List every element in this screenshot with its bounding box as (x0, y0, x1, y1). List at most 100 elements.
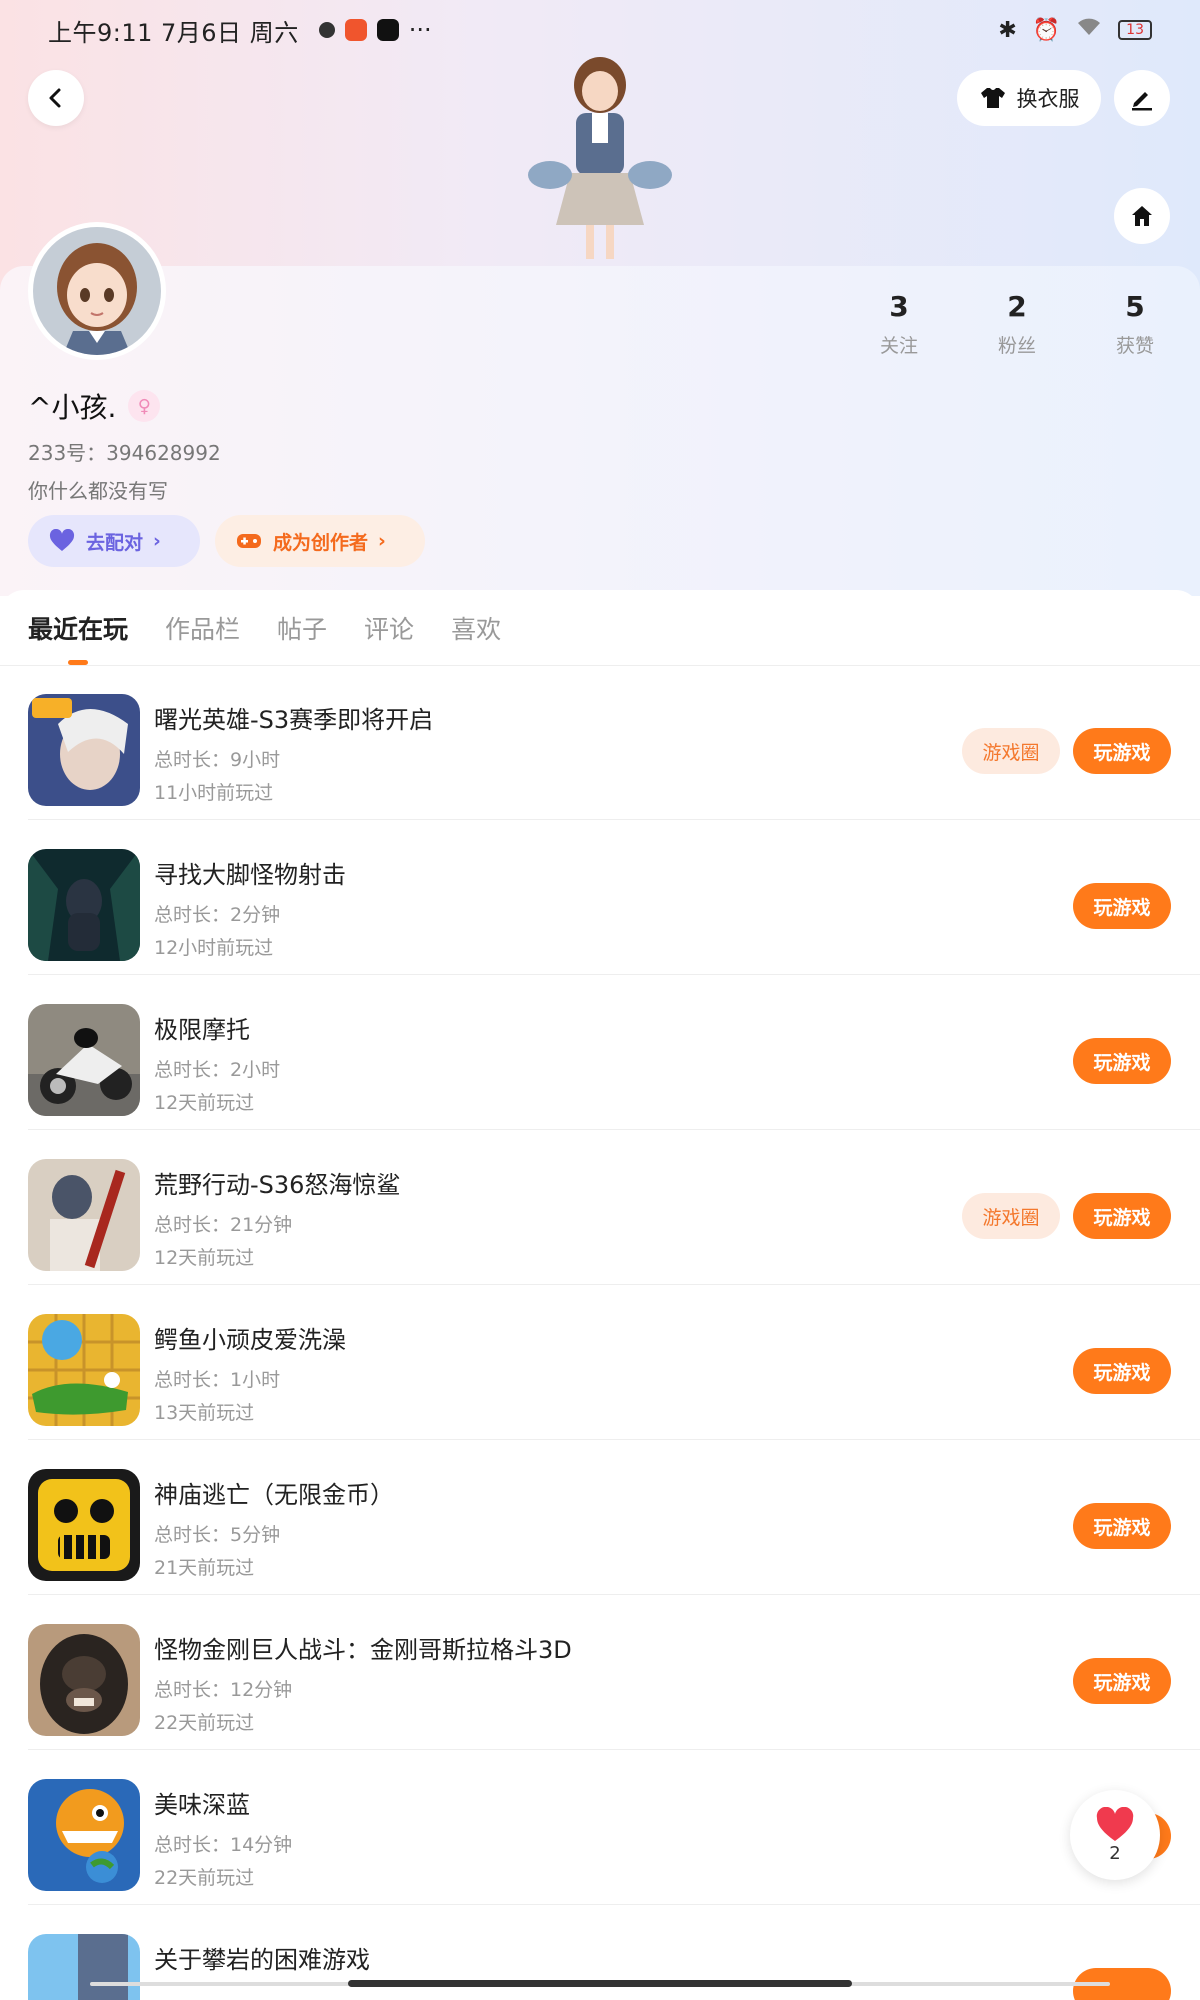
game-row[interactable]: 鳄鱼小顽皮爱洗澡 总时长：1小时 13天前玩过 玩游戏 (28, 1285, 1200, 1440)
game-title: 神庙逃亡（无限金币） (154, 1481, 394, 1509)
bluetooth-icon: ✱ (998, 17, 1017, 43)
battery-indicator: 13 (1118, 20, 1152, 40)
profile-tabs: 最近在玩 作品栏 帖子 评论 喜欢 (0, 590, 1200, 666)
floating-like-button[interactable]: 2 (1070, 1790, 1160, 1880)
game-last-played: 21天前玩过 (154, 1557, 255, 1579)
game-row[interactable]: 极限摩托 总时长：2小时 12天前玩过 玩游戏 (28, 975, 1200, 1130)
back-button[interactable] (28, 70, 84, 126)
game-circle-button[interactable]: 游戏圈 (962, 1193, 1060, 1239)
game-title: 曙光英雄-S3赛季即将开启 (154, 706, 434, 734)
tab-posts[interactable]: 帖子 (277, 590, 327, 665)
game-icon[interactable] (28, 1469, 140, 1581)
stat-likes[interactable]: 5 获赞 (1076, 290, 1194, 358)
game-icon[interactable] (28, 849, 140, 961)
game-row[interactable]: 怪物金刚巨人战斗：金刚哥斯拉格斗3D 总时长：12分钟 22天前玩过 玩游戏 (28, 1595, 1200, 1750)
stat-likes-label: 获赞 (1115, 335, 1154, 357)
game-info: 曙光英雄-S3赛季即将开启 总时长：9小时 11小时前玩过 (154, 700, 433, 805)
chevron-right-icon: › (378, 530, 386, 552)
game-row[interactable]: 荒野行动-S36怒海惊鲨 总时长：21分钟 12天前玩过 游戏圈 玩游戏 (28, 1130, 1200, 1285)
game-icon[interactable] (28, 1314, 140, 1426)
gamepad-icon (237, 534, 261, 548)
shirt-icon (980, 88, 1005, 108)
app-notification-icon (344, 19, 367, 41)
avatar-character-figure[interactable] (520, 55, 680, 265)
tab-comments[interactable]: 评论 (364, 590, 414, 665)
game-title: 美味深蓝 (154, 1791, 250, 1819)
game-last-played: 12小时前玩过 (154, 937, 274, 959)
username-row: ^小孩. ♀ (28, 386, 161, 426)
user-bio: 你什么都没有写 (28, 479, 168, 503)
game-info: 寻找大脚怪物射击 总时长：2分钟 12小时前玩过 (154, 855, 346, 960)
game-duration: 总时长：2小时 (154, 1059, 281, 1081)
game-last-played: 12天前玩过 (154, 1092, 255, 1114)
game-icon[interactable] (28, 694, 140, 806)
wifi-icon (1076, 17, 1102, 43)
edit-pencil-icon (1132, 92, 1152, 111)
game-icon[interactable] (28, 1934, 140, 2000)
game-icon[interactable] (28, 1159, 140, 1271)
game-duration: 总时长：5分钟 (154, 1524, 281, 1546)
game-info: 鳄鱼小顽皮爱洗澡 总时长：1小时 13天前玩过 (154, 1320, 346, 1425)
game-title: 极限摩托 (154, 1016, 250, 1044)
game-circle-button[interactable]: 游戏圈 (962, 728, 1060, 774)
play-game-button[interactable]: 玩游戏 (1073, 883, 1171, 929)
home-indicator[interactable] (348, 1980, 852, 1987)
match-button[interactable]: 去配对 › (28, 515, 200, 567)
tiktok-icon (376, 19, 399, 41)
play-game-button[interactable]: 玩游戏 (1073, 1193, 1171, 1239)
home-icon (1132, 206, 1152, 226)
game-row[interactable]: 神庙逃亡（无限金币） 总时长：5分钟 21天前玩过 玩游戏 (28, 1440, 1200, 1595)
game-info: 极限摩托 总时长：2小时 12天前玩过 (154, 1010, 280, 1115)
heart-icon (49, 529, 75, 551)
stat-following-label: 关注 (879, 335, 918, 357)
game-duration: 总时长：9小时 (154, 749, 281, 771)
female-gender-icon: ♀ (128, 390, 161, 422)
game-row[interactable]: 美味深蓝 总时长：14分钟 22天前玩过 玩游戏 (28, 1750, 1200, 1905)
stat-followers-count: 2 (1007, 290, 1027, 323)
stat-followers[interactable]: 2 粉丝 (958, 290, 1076, 358)
play-game-button[interactable]: 玩游戏 (1073, 1038, 1171, 1084)
game-info: 荒野行动-S36怒海惊鲨 总时长：21分钟 12天前玩过 (154, 1165, 400, 1270)
stat-following-count: 3 (889, 290, 909, 323)
play-game-button[interactable]: 玩游戏 (1073, 1348, 1171, 1394)
play-game-button[interactable]: 玩游戏 (1073, 1503, 1171, 1549)
game-last-played: 13天前玩过 (154, 1402, 255, 1424)
more-notifications-icon: ··· (408, 16, 432, 44)
alarm-icon: ⏰ (1032, 17, 1061, 43)
stat-following[interactable]: 3 关注 (840, 290, 958, 358)
become-creator-label: 成为创作者 (273, 531, 369, 554)
game-last-played: 11小时前玩过 (154, 782, 274, 804)
status-app-icons: ··· (318, 16, 432, 44)
game-row[interactable]: 曙光英雄-S3赛季即将开启 总时长：9小时 11小时前玩过 游戏圈 玩游戏 (28, 665, 1200, 820)
tab-works[interactable]: 作品栏 (165, 590, 240, 665)
become-creator-button[interactable]: 成为创作者 › (215, 515, 425, 567)
profile-avatar[interactable] (28, 222, 166, 360)
edit-profile-button[interactable] (1114, 70, 1170, 126)
change-outfit-button[interactable]: 换衣服 (957, 70, 1101, 126)
tab-likes[interactable]: 喜欢 (451, 590, 501, 665)
home-button[interactable] (1114, 188, 1170, 244)
play-game-button[interactable]: 玩游戏 (1073, 728, 1171, 774)
game-duration: 总时长：21分钟 (154, 1214, 293, 1236)
game-icon[interactable] (28, 1779, 140, 1891)
floating-like-count: 2 (1109, 1842, 1121, 1864)
chevron-left-icon (49, 88, 61, 108)
tab-recent-played[interactable]: 最近在玩 (28, 590, 128, 665)
game-title: 鳄鱼小顽皮爱洗澡 (154, 1326, 346, 1354)
status-time: 上午9:11 7月6日 周六 (48, 18, 299, 47)
match-button-label: 去配对 (86, 531, 144, 554)
game-row[interactable]: 寻找大脚怪物射击 总时长：2分钟 12小时前玩过 玩游戏 (28, 820, 1200, 975)
game-icon[interactable] (28, 1624, 140, 1736)
game-info: 神庙逃亡（无限金币） 总时长：5分钟 21天前玩过 (154, 1475, 394, 1580)
game-duration: 总时长：14分钟 (154, 1834, 293, 1856)
game-title: 关于攀岩的困难游戏 (154, 1946, 370, 1974)
change-outfit-label: 换衣服 (1016, 87, 1080, 111)
game-title: 荒野行动-S36怒海惊鲨 (154, 1171, 401, 1199)
record-icon (318, 22, 335, 38)
status-bar: 上午9:11 7月6日 周六 ··· ✱ ⏰ 13 (0, 0, 1200, 60)
stat-followers-label: 粉丝 (997, 335, 1036, 357)
play-game-button[interactable]: 玩游戏 (1073, 1658, 1171, 1704)
game-icon[interactable] (28, 1004, 140, 1116)
user-id: 233号：394628992 (28, 441, 221, 465)
chevron-right-icon: › (153, 530, 161, 552)
